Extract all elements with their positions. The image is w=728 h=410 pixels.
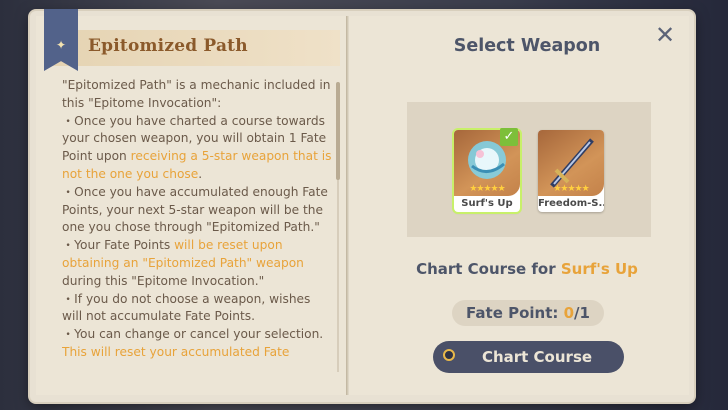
- bullet-5: ・You can change or cancel your selection…: [62, 327, 324, 342]
- rarity-stars: ★★★★★: [553, 184, 589, 194]
- close-icon[interactable]: ✕: [652, 22, 678, 48]
- circle-icon: [443, 349, 455, 361]
- bullet-3-text: ・Your Fate Points: [62, 238, 175, 253]
- bullet-1: ・Once you have charted a course towards …: [62, 113, 332, 184]
- bullet-3-end: during this "Epitome Invocation.": [62, 273, 265, 288]
- chart-course-button-label[interactable]: Chart Course: [455, 341, 619, 373]
- bullet-3: ・Your Fate Points will be reset upon obt…: [62, 237, 332, 290]
- select-weapon-title: Select Weapon: [453, 36, 601, 56]
- bullet-4: ・If you do not choose a weapon, wishes w…: [62, 291, 311, 324]
- fate-label: Fate Point:: [466, 304, 564, 322]
- fate-point-counter: Fate Point: 0/1: [452, 300, 604, 326]
- description-text[interactable]: "Epitomized Path" is a mechanic included…: [62, 77, 332, 373]
- fate-max: /1: [574, 304, 590, 322]
- bullet-5-highlight: This will reset your accumulated Fate: [62, 344, 290, 359]
- book-spine: [346, 16, 350, 395]
- rarity-stars: ★★★★★: [469, 184, 505, 194]
- fate-current: 0: [563, 304, 575, 322]
- left-page-title: Epitomized Path: [88, 36, 248, 56]
- bullet-1-end: .: [198, 166, 203, 181]
- bullet-2: ・Once you have accumulated enough Fate P…: [62, 184, 328, 235]
- chart-course-weapon: Surf's Up: [560, 260, 638, 278]
- scrollbar-thumb[interactable]: [336, 82, 340, 180]
- chart-course-for-label: Chart Course for Surf's Up: [389, 260, 665, 278]
- checkmark-icon: ✓: [500, 128, 518, 146]
- star-bookmark-icon: ✦: [55, 38, 67, 52]
- intro-paragraph: "Epitomized Path" is a mechanic included…: [62, 78, 331, 110]
- weapon-name: Freedom-S...: [538, 198, 604, 209]
- weapon-card-freedom-sworn[interactable]: ★★★★★ Freedom-S...: [538, 130, 604, 212]
- chart-course-prefix: Chart Course for: [416, 260, 561, 278]
- weapon-name: Surf's Up: [461, 198, 513, 209]
- weapons-panel: [407, 102, 651, 237]
